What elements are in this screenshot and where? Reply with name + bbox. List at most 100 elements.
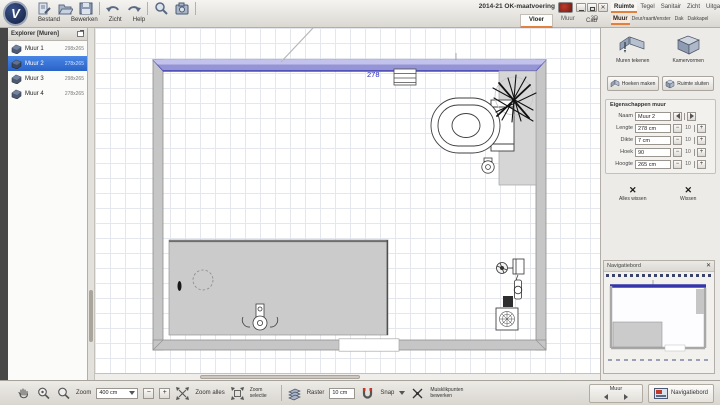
next-wall-nav-button[interactable] [620,393,632,401]
wall-thickness-input[interactable]: 7 cm [635,135,671,145]
explorer-item-muur-2[interactable]: Muur 2 278x265 [8,56,87,71]
magnifier-icon[interactable] [56,386,71,401]
close-button[interactable]: ✕ [598,3,608,12]
view-tab-vloer[interactable]: Vloer [520,14,554,28]
open-button[interactable] [57,1,73,16]
restore-button[interactable] [587,3,597,12]
menu-bewerken[interactable]: Bewerken [71,17,98,23]
zoom-all-label[interactable]: Zoom alles [195,390,224,396]
zoom-all-icon[interactable] [175,386,190,401]
zoom-label: Zoom [76,390,92,396]
toilet[interactable] [430,97,515,154]
floorplan-canvas[interactable]: 278 [95,28,600,373]
length-decrease-button[interactable]: − [673,123,682,133]
close-room-button[interactable]: Ruimte sluiten [662,76,715,91]
make-corners-button[interactable]: Hoeken maken [606,76,659,91]
wall-length-input[interactable]: 278 cm [635,123,671,133]
edit-points-label[interactable]: Muisklikpunten bewerken [430,387,464,399]
new-button[interactable] [36,1,52,16]
wall-name-input[interactable]: Muur 2 [635,111,671,121]
close-room-label: Ruimte sluiten [677,80,709,87]
wall-properties-group: Eigenschappen muur Naam Muur 2 Lengte 27… [605,99,716,174]
popout-icon[interactable] [77,30,84,37]
menu-help[interactable]: Help [133,17,145,23]
previous-wall-nav-button[interactable] [600,393,612,401]
floor-drain[interactable] [495,307,519,331]
scrollbar-thumb[interactable] [200,375,360,379]
room-shapes-icon [677,35,701,55]
towel-radiator[interactable] [393,68,417,86]
angle-decrease-button[interactable]: − [673,147,682,157]
view-tab-muur[interactable]: Muur [553,14,583,28]
subtab-venster[interactable]: Venster [652,16,673,25]
raster-size-input[interactable]: 10 cm [329,387,356,399]
canvas-horizontal-scrollbar[interactable] [95,373,600,380]
toolbar-separator [147,2,148,15]
redo-button[interactable] [126,1,142,16]
thickness-increase-button[interactable]: + [697,135,706,145]
view-tab-3d[interactable]: 3D [583,14,607,28]
delete-button[interactable]: ✕ Wissen [664,184,712,210]
raster-icon[interactable] [287,386,302,401]
corner-icon [610,79,619,87]
zoom-level-select[interactable]: 400 cm [96,387,139,399]
clear-all-button[interactable]: ✕ Alles wissen [609,184,657,210]
tab-zicht[interactable]: Zicht [684,2,703,13]
zoom-point-icon[interactable] [36,386,51,401]
subtab-dakkapel[interactable]: Dakkapel [686,16,711,25]
snap-icon[interactable] [360,386,375,401]
tab-uitgave[interactable]: Uitgave [703,2,720,13]
navigator-close-button[interactable]: ✕ [706,263,711,269]
zoom-in-button[interactable]: + [159,387,171,399]
tab-tegel[interactable]: Tegel [637,2,657,13]
zoom-tool-button[interactable] [153,1,169,16]
height-decrease-button[interactable]: − [673,159,682,169]
subtab-muur[interactable]: Muur [611,16,630,25]
wall-right[interactable] [535,59,547,351]
snap-dropdown-arrow-icon[interactable] [399,391,406,395]
draw-walls-button[interactable]: Muren tekenen [607,32,659,70]
wall-angle-input[interactable]: 90 [635,147,671,157]
photo-button[interactable] [174,1,190,16]
navigator-minimap[interactable] [605,278,713,358]
menu-zicht[interactable]: Zicht [109,17,122,23]
length-increase-button[interactable]: + [697,123,706,133]
zoom-out-button[interactable]: − [143,387,155,399]
pan-hand-icon[interactable] [16,386,31,401]
wall-height-input[interactable]: 265 cm [635,159,671,169]
explorer-item-muur-4[interactable]: Muur 4 278x265 [8,86,87,101]
undo-button[interactable] [105,1,121,16]
toolbar-separator [195,2,196,15]
previous-wall-button[interactable] [673,111,682,121]
wall-top-selected[interactable] [152,59,547,72]
shower-mixer[interactable] [496,258,525,307]
navigator-toggle-button[interactable]: Navigatiebord [647,383,714,403]
tab-ruimte[interactable]: Ruimte [611,2,638,13]
menu-bestand[interactable]: Bestand [38,17,60,23]
zoom-selection-label[interactable]: Zoom selectie [250,387,276,399]
tab-sanitair[interactable]: Sanitair [658,2,684,13]
wall-left[interactable] [152,59,164,351]
minimize-button[interactable] [576,3,586,12]
next-wall-button[interactable] [687,111,696,121]
canvas-vertical-scrollbar[interactable] [88,28,95,380]
thickness-decrease-button[interactable]: − [673,135,682,145]
scrollbar-thumb[interactable] [89,290,93,342]
subtab-deur-raam[interactable]: Deur/raam [630,16,656,25]
zoom-selection-icon[interactable] [230,386,245,401]
door-opening[interactable] [338,338,400,352]
floor-outlet[interactable] [481,157,495,174]
explorer-item-muur-1[interactable]: Muur 1 298x265 [8,41,87,56]
snap-label[interactable]: Snap [380,390,394,396]
height-increase-button[interactable]: + [697,159,706,169]
room-shapes-button[interactable]: Kamervormen [662,32,714,70]
shower-platform[interactable] [168,239,389,336]
subtab-dak[interactable]: Dak [673,16,686,25]
minimap-niche [696,289,704,314]
save-button[interactable] [78,1,94,16]
angle-increase-button[interactable]: + [697,147,706,157]
edit-points-icon[interactable] [410,386,425,401]
shower-valve[interactable] [177,281,182,291]
floorplan-drawing: 278 [152,28,547,352]
explorer-item-muur-3[interactable]: Muur 3 298x265 [8,71,87,86]
